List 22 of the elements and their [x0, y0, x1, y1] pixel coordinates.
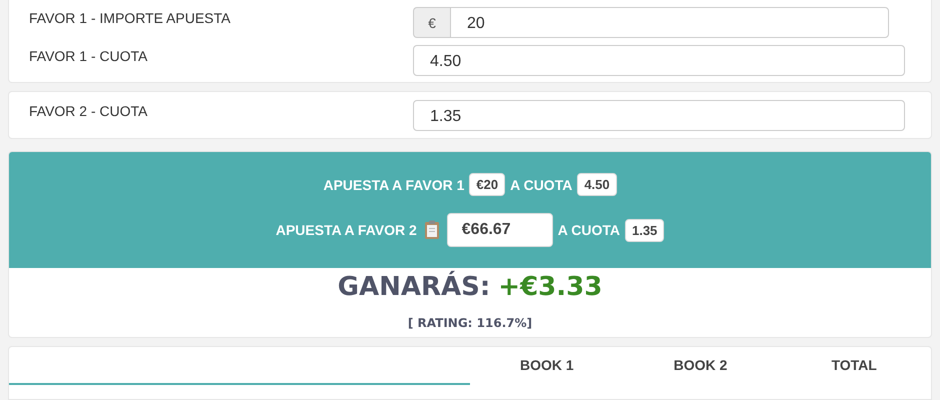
- field-label: FAVOR 1 - IMPORTE APUESTA: [28, 9, 232, 26]
- field-label: FAVOR 1 - CUOTA: [28, 47, 148, 64]
- odds-field[interactable]: 4.50: [413, 45, 905, 76]
- field-label: FAVOR 2 - CUOTA: [28, 102, 148, 119]
- stake-field[interactable]: €66.67: [446, 213, 553, 247]
- profit-label: GANARÁS:: [338, 272, 490, 302]
- currency-prefix: €: [413, 7, 450, 38]
- column-header: BOOK 1: [518, 356, 575, 373]
- amount-field[interactable]: 20: [450, 7, 889, 38]
- rating-text: [ RATING: 116.7%]: [408, 316, 532, 330]
- odds-label: A CUOTA: [510, 176, 572, 192]
- stake-value: €20: [469, 173, 506, 196]
- profit-value: +€3.33: [498, 272, 602, 302]
- odds-value: 4.50: [577, 173, 617, 196]
- bet-label: APUESTA A FAVOR 2: [276, 222, 417, 238]
- column-header: TOTAL: [830, 356, 878, 373]
- bet-label: APUESTA A FAVOR 1: [323, 176, 464, 192]
- odds-field[interactable]: 1.35: [413, 100, 905, 131]
- clipboard-icon[interactable]: [424, 220, 440, 240]
- odds-label: A CUOTA: [558, 222, 620, 238]
- column-header: BOOK 2: [672, 356, 728, 373]
- odds-value: 1.35: [624, 218, 664, 242]
